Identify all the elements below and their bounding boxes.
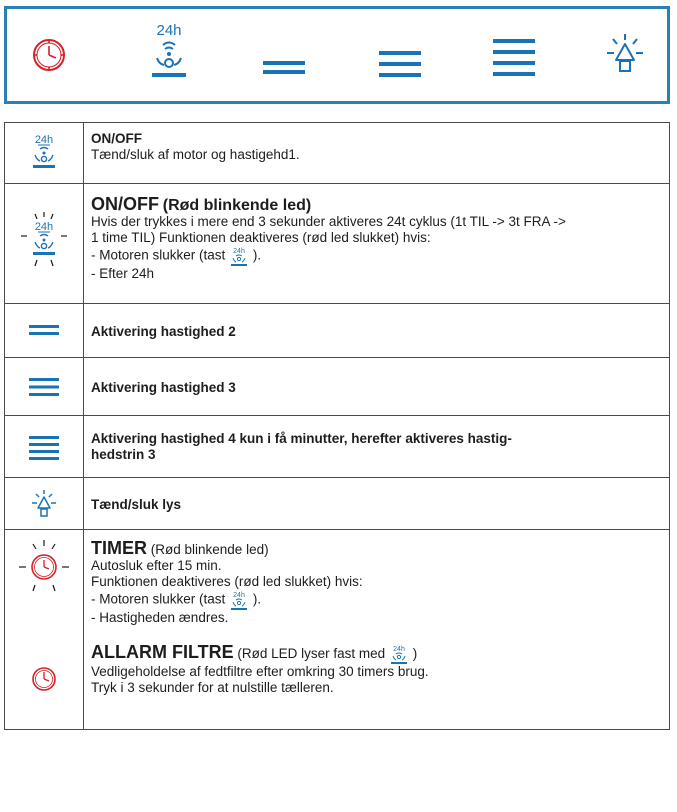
timer-line2: Funktionen deaktiveres (rød led slukket)…: [91, 574, 363, 589]
legend-row-light: Tænd/sluk lys: [4, 478, 670, 530]
onoff-title: ON/OFF: [91, 131, 142, 146]
legend-icon-cell: 24h: [5, 123, 84, 183]
light-bulb-icon: [32, 490, 56, 517]
timer-title: TIMER: [91, 538, 147, 558]
alarm-line2: Tryk i 3 sekunder for at nulstille tælle…: [91, 680, 334, 696]
power-24h-blink-icon: 24h: [21, 212, 67, 267]
speed4-line1: Aktivering hastighed 4 kun i få minutter…: [91, 431, 512, 446]
legend-row-timer-alarm: TIMER (Rød blinkende led) Autosluk efter…: [4, 530, 670, 730]
timer-line3-post: ).: [252, 591, 262, 607]
legend-icon-cell: [5, 478, 84, 529]
legend-icon-cell: [5, 416, 84, 477]
power-24h-inline-icon: 24h: [231, 248, 248, 266]
speed-4-lines-icon: [29, 436, 59, 460]
legend-row-onoff-blink: 24h ON/OFF (Rød blinkende led) Hvis der …: [4, 184, 670, 304]
light-button[interactable]: [605, 33, 645, 77]
onoff-text: Tænd/sluk af motor og hastigehd1.: [91, 147, 300, 162]
legend-row-speed2: Aktivering hastighed 2: [4, 304, 670, 358]
timer-note: (Rød blinkende led): [150, 542, 269, 557]
onoff-blink-line3-pre: - Motoren slukker (tast: [91, 247, 226, 263]
speed3-text: Aktivering hastighed 3: [91, 380, 236, 395]
speed-2-lines-icon: [29, 325, 59, 335]
onoff-blink-line1: Hvis der trykkes i mere end 3 sekunder a…: [91, 214, 566, 229]
alarm-note-post: ): [412, 646, 418, 661]
legend-icon-cell: [5, 358, 84, 415]
power-24h-icon: 24h: [33, 134, 55, 168]
legend-row-onoff: 24h ON/OFF Tænd/sluk af motor og hastige…: [4, 122, 670, 184]
power-24h-inline-icon: 24h: [231, 592, 248, 610]
power-24h-label: 24h: [156, 22, 182, 39]
alarm-line1: Vedligeholdelse af fedtfiltre efter omkr…: [91, 664, 429, 680]
power-24h-button[interactable]: 24h: [149, 23, 189, 83]
onoff-blink-line4: - Efter 24h: [91, 266, 155, 281]
timer-line3-pre: - Motoren slukker (tast: [91, 591, 226, 607]
light-text: Tænd/sluk lys: [91, 497, 182, 512]
onoff-blink-note: (Rød blinkende led): [162, 197, 312, 214]
onoff-blink-line3-post: ).: [252, 247, 262, 263]
speed-2-button[interactable]: [263, 59, 305, 75]
legend-table: 24h ON/OFF Tænd/sluk af motor og hastige…: [4, 122, 670, 730]
timer-blink-icon: [19, 540, 69, 592]
speed-3-button[interactable]: [379, 49, 421, 79]
timer-line1: Autosluk efter 15 min.: [91, 558, 222, 573]
timer-clock-button[interactable]: [31, 37, 67, 73]
speed2-text: Aktivering hastighed 2: [91, 324, 236, 339]
svg-text:24h: 24h: [35, 134, 53, 146]
speed4-line2: hedstrin 3: [91, 447, 156, 462]
onoff-blink-title: ON/OFF: [91, 194, 159, 214]
timer-line3: - Motoren slukker (tast 24h ).: [91, 590, 661, 610]
legend-icon-cell: [5, 304, 84, 357]
speed-4-button[interactable]: [493, 37, 535, 79]
svg-text:24h: 24h: [35, 221, 53, 233]
speed-3-lines-icon: [29, 378, 59, 396]
legend-row-speed3: Aktivering hastighed 3: [4, 358, 670, 416]
power-24h-inline-icon: 24h: [390, 646, 407, 665]
alarm-title: ALLARM FILTRE: [91, 642, 234, 662]
control-panel: 24h: [4, 6, 670, 104]
timer-line4: - Hastigheden ændres.: [91, 610, 229, 625]
svg-text:24h: 24h: [233, 592, 245, 599]
clock-icon: [32, 667, 56, 691]
onoff-blink-line3: - Motoren slukker (tast 24h ).: [91, 246, 661, 266]
power-icon: [152, 41, 186, 77]
alarm-note-pre: (Rød LED lyser fast med: [237, 646, 386, 661]
legend-icon-cell: 24h: [5, 184, 84, 303]
legend-icon-cell: [5, 530, 84, 729]
svg-text:24h: 24h: [393, 646, 405, 653]
svg-text:24h: 24h: [233, 248, 245, 255]
onoff-blink-line2: 1 time TIL) Funktionen deaktiveres (rød …: [91, 230, 431, 245]
legend-row-speed4: Aktivering hastighed 4 kun i få minutter…: [4, 416, 670, 478]
